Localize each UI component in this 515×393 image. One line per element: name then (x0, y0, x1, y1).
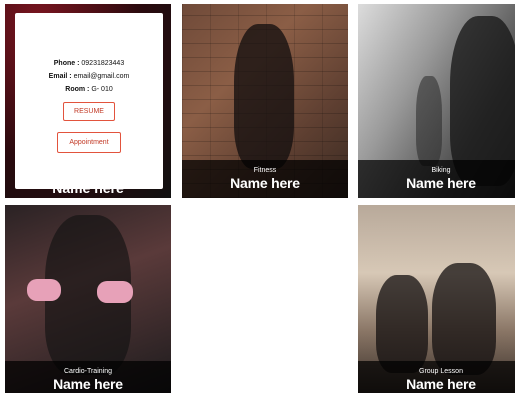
person-silhouette (376, 275, 428, 373)
trainer-overlay: Cardio-Training Name here (5, 361, 171, 393)
email-label: Email : (48, 73, 72, 80)
boxing-glove-left (27, 279, 61, 301)
phone-label: Phone : (53, 60, 80, 67)
phone-value: 09231823443 (81, 60, 125, 67)
trainer-card-4[interactable]: Cardio-Training Name here (5, 205, 171, 393)
trainer-overlay: Group Lesson Name here (358, 361, 515, 393)
appointment-button[interactable]: Appointment (57, 132, 121, 153)
trainer-name: Name here (406, 375, 476, 392)
room-label: Room : (65, 86, 90, 93)
boxing-glove-right (97, 281, 133, 303)
trainer-name: Name here (406, 174, 476, 191)
room-line: Room : G- 010 (65, 83, 112, 96)
trainer-category: Biking (431, 166, 451, 174)
trainer-category: Fitness (253, 166, 277, 174)
room-value: G- 010 (91, 86, 113, 93)
trainer-grid: Name here Phone : 09231823443 Email : em… (0, 0, 515, 393)
trainer-card-2[interactable]: Fitness Name here (182, 4, 348, 198)
person-silhouette (416, 76, 442, 166)
trainer-category: Cardio-Training (64, 367, 112, 375)
trainer-name: Name here (53, 375, 123, 392)
trainer-overlay: Biking Name here (358, 160, 515, 198)
email-value: email@gmail.com (73, 73, 130, 80)
trainer-category: Group Lesson (419, 367, 463, 375)
email-line: Email : email@gmail.com (49, 70, 130, 83)
trainer-card-1[interactable]: Name here Phone : 09231823443 Email : em… (5, 4, 171, 198)
resume-button[interactable]: RESUME (63, 102, 115, 121)
trainer-info-card: Phone : 09231823443 Email : email@gmail.… (15, 13, 163, 189)
phone-line: Phone : 09231823443 (54, 57, 124, 70)
person-silhouette (234, 24, 294, 169)
trainer-name: Name here (230, 174, 300, 191)
person-silhouette (432, 263, 496, 375)
trainer-card-5[interactable]: Group Lesson Name here (358, 205, 515, 393)
trainer-card-3[interactable]: Biking Name here (358, 4, 515, 198)
trainer-overlay: Fitness Name here (182, 160, 348, 198)
